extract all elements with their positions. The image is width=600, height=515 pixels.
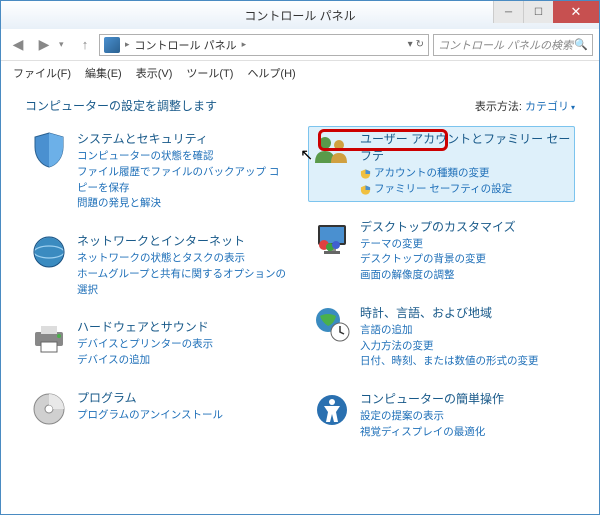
page-title: コンピューターの設定を調整します	[25, 97, 217, 114]
category-link[interactable]: 入力方法の変更	[360, 339, 571, 355]
menubar: ファイル(F) 編集(E) 表示(V) ツール(T) ヘルプ(H)	[1, 61, 599, 85]
category-link[interactable]: 視覚ディスプレイの最適化	[360, 425, 571, 441]
window-controls: ─ ☐ ✕	[493, 1, 599, 23]
uac-shield-icon	[360, 168, 371, 180]
users-icon	[312, 130, 352, 170]
category-programs[interactable]: プログラム プログラムのアンインストール	[25, 385, 292, 433]
category-title[interactable]: プログラム	[77, 389, 288, 406]
categories-grid: システムとセキュリティ コンピューターの状態を確認 ファイル履歴でファイルのバッ…	[25, 126, 575, 445]
clock-globe-icon	[312, 304, 352, 344]
chevron-right-icon: ▸	[241, 39, 248, 50]
titlebar: コントロール パネル ─ ☐ ✕	[1, 1, 599, 29]
category-title[interactable]: コンピューターの簡単操作	[360, 390, 571, 407]
menu-file[interactable]: ファイル(F)	[7, 63, 77, 83]
history-dropdown[interactable]: ▾	[59, 39, 71, 50]
category-hardware[interactable]: ハードウェアとサウンド デバイスとプリンターの表示 デバイスの追加	[25, 314, 292, 373]
category-link[interactable]: デバイスとプリンターの表示	[77, 337, 288, 353]
category-link[interactable]: 問題の発見と解決	[77, 196, 288, 212]
search-input[interactable]: コントロール パネルの検索 🔍	[433, 34, 593, 56]
category-title[interactable]: 時計、言語、および地域	[360, 304, 571, 321]
category-link[interactable]: ホームグループと共有に関するオプションの選択	[77, 267, 288, 299]
content-header: コンピューターの設定を調整します 表示方法: カテゴリ▾	[25, 97, 575, 114]
back-button[interactable]: ◀	[7, 34, 29, 56]
category-link-change-account-type[interactable]: アカウントの種類の変更	[360, 166, 571, 182]
category-link[interactable]: ネットワークの状態とタスクの表示	[77, 251, 288, 267]
viewby-label: 表示方法:	[475, 101, 522, 113]
viewby-value[interactable]: カテゴリ	[525, 101, 569, 113]
category-link[interactable]: ファミリー セーフティの設定	[360, 182, 571, 198]
breadcrumb[interactable]: コントロール パネル	[135, 37, 237, 53]
refresh-icon[interactable]: ↻	[416, 39, 424, 50]
category-title[interactable]: ハードウェアとサウンド	[77, 318, 288, 335]
chevron-right-icon: ▸	[124, 39, 131, 50]
category-user-accounts[interactable]: ユーザー アカウントとファミリー セーフテ アカウントの種類の変更 ファミリー …	[308, 126, 575, 202]
addr-dropdown-icon[interactable]: ▾	[408, 39, 413, 50]
view-by: 表示方法: カテゴリ▾	[475, 98, 575, 114]
globe-icon	[29, 232, 69, 272]
uac-shield-icon	[360, 184, 371, 196]
category-network[interactable]: ネットワークとインターネット ネットワークの状態とタスクの表示 ホームグループと…	[25, 228, 292, 302]
category-link[interactable]: コンピューターの状態を確認	[77, 149, 288, 165]
category-link[interactable]: テーマの変更	[360, 237, 571, 253]
category-link[interactable]: プログラムのアンインストール	[77, 408, 288, 424]
category-ease-of-access[interactable]: コンピューターの簡単操作 設定の提案の表示 視覚ディスプレイの最適化	[308, 386, 575, 445]
category-link[interactable]: 日付、時刻、または数値の形式の変更	[360, 354, 571, 370]
category-link[interactable]: デスクトップの背景の変更	[360, 252, 571, 268]
column-left: システムとセキュリティ コンピューターの状態を確認 ファイル履歴でファイルのバッ…	[25, 126, 292, 445]
printer-icon	[29, 318, 69, 358]
minimize-button[interactable]: ─	[493, 1, 523, 23]
chevron-down-icon[interactable]: ▾	[571, 103, 575, 112]
category-clock-region[interactable]: 時計、言語、および地域 言語の追加 入力方法の変更 日付、時刻、または数値の形式…	[308, 300, 575, 374]
content-area: コンピューターの設定を調整します 表示方法: カテゴリ▾ システムとセキュリティ…	[1, 85, 599, 514]
navbar: ◀ ▶ ▾ ↑ ▸ コントロール パネル ▸ ▾ ↻ コントロール パネルの検索…	[1, 29, 599, 61]
category-title[interactable]: システムとセキュリティ	[77, 130, 288, 147]
close-button[interactable]: ✕	[553, 1, 599, 23]
maximize-button[interactable]: ☐	[523, 1, 553, 23]
control-panel-icon	[104, 37, 120, 53]
category-appearance[interactable]: デスクトップのカスタマイズ テーマの変更 デスクトップの背景の変更 画面の解像度…	[308, 214, 575, 288]
menu-edit[interactable]: 編集(E)	[79, 63, 128, 83]
category-title[interactable]: デスクトップのカスタマイズ	[360, 218, 571, 235]
disc-icon	[29, 389, 69, 429]
column-right: ユーザー アカウントとファミリー セーフテ アカウントの種類の変更 ファミリー …	[308, 126, 575, 445]
forward-button[interactable]: ▶	[33, 34, 55, 56]
shield-icon	[29, 130, 69, 170]
control-panel-window: コントロール パネル ─ ☐ ✕ ◀ ▶ ▾ ↑ ▸ コントロール パネル ▸ …	[0, 0, 600, 515]
category-link[interactable]: ファイル履歴でファイルのバックアップ コピーを保存	[77, 165, 288, 197]
category-system-security[interactable]: システムとセキュリティ コンピューターの状態を確認 ファイル履歴でファイルのバッ…	[25, 126, 292, 216]
category-link[interactable]: 画面の解像度の調整	[360, 268, 571, 284]
monitor-icon	[312, 218, 352, 258]
menu-view[interactable]: 表示(V)	[130, 63, 179, 83]
category-link[interactable]: デバイスの追加	[77, 353, 288, 369]
up-button[interactable]: ↑	[75, 35, 95, 55]
address-bar[interactable]: ▸ コントロール パネル ▸ ▾ ↻	[99, 34, 429, 56]
category-title[interactable]: ユーザー アカウントとファミリー セーフテ	[360, 130, 571, 164]
ease-icon	[312, 390, 352, 430]
category-title[interactable]: ネットワークとインターネット	[77, 232, 288, 249]
category-link[interactable]: 設定の提案の表示	[360, 409, 571, 425]
category-link[interactable]: 言語の追加	[360, 323, 571, 339]
menu-tools[interactable]: ツール(T)	[180, 63, 239, 83]
search-icon: 🔍	[574, 38, 588, 51]
menu-help[interactable]: ヘルプ(H)	[241, 63, 301, 83]
search-placeholder: コントロール パネルの検索	[438, 37, 574, 53]
